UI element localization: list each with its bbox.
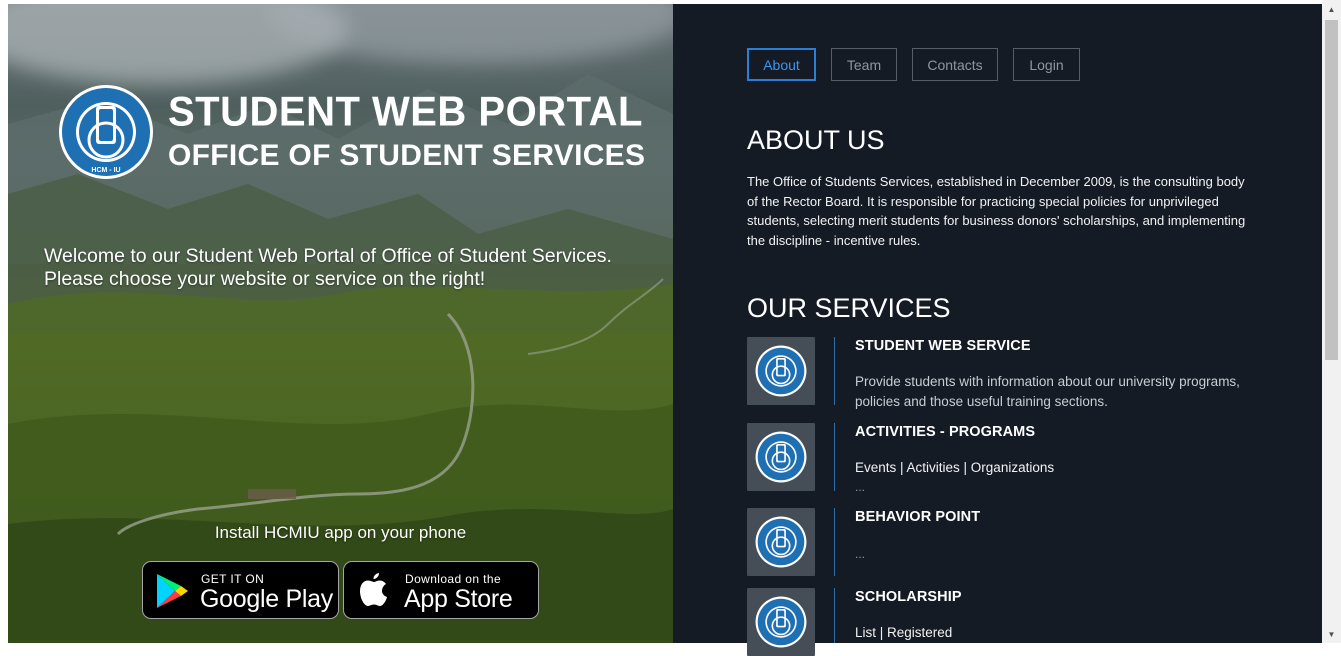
service-divider <box>834 337 835 405</box>
google-play-small-text: GET IT ON <box>201 572 265 586</box>
about-heading: ABOUT US <box>747 125 885 155</box>
student-web-service-title[interactable]: STUDENT WEB SERVICE <box>855 338 1031 354</box>
info-panel: About Team Contacts Login ABOUT US The O… <box>673 4 1322 656</box>
hero-background: HCM - IU STUDENT WEB PORTAL OFFICE OF ST… <box>8 4 673 643</box>
behavior-point-ellipsis: ... <box>855 547 866 561</box>
service-divider <box>834 508 835 576</box>
scroll-up-arrow-icon[interactable]: ▲ <box>1325 3 1338 16</box>
services-heading: OUR SERVICES <box>747 293 951 323</box>
google-play-button[interactable]: GET IT ON Google Play <box>142 561 339 619</box>
behavior-point-icon[interactable] <box>747 508 815 576</box>
portal-title: STUDENT WEB PORTAL <box>168 88 643 136</box>
activities-programs-icon[interactable] <box>747 423 815 491</box>
logo-bottom-text: HCM - IU <box>91 167 120 174</box>
welcome-line-2: Please choose your website or service on… <box>44 268 486 290</box>
welcome-message: Welcome to our Student Web Portal of Off… <box>44 245 664 291</box>
nav-login-button[interactable]: Login <box>1013 48 1080 81</box>
activities-programs-desc: Events | Activities | Organizations <box>855 460 1055 475</box>
scroll-down-arrow-icon[interactable]: ▼ <box>1325 628 1338 641</box>
nav-contacts-button[interactable]: Contacts <box>912 48 998 81</box>
activities-programs-title[interactable]: ACTIVITIES - PROGRAMS <box>855 424 1035 440</box>
nav-team-button[interactable]: Team <box>831 48 897 81</box>
scholarship-icon[interactable] <box>747 588 815 656</box>
scholarship-desc: List | Registered <box>855 625 953 640</box>
service-divider <box>834 588 835 643</box>
apple-icon <box>360 573 387 606</box>
service-divider <box>834 423 835 491</box>
behavior-point-title[interactable]: BEHAVIOR POINT <box>855 509 980 525</box>
about-text: The Office of Students Services, establi… <box>747 174 1246 248</box>
welcome-line-1: Welcome to our Student Web Portal of Off… <box>44 245 612 267</box>
scrollbar-thumb[interactable] <box>1325 20 1338 360</box>
scholarship-title[interactable]: SCHOLARSHIP <box>855 589 962 605</box>
student-web-service-desc: Provide students with information about … <box>855 374 1240 409</box>
student-web-service-icon[interactable] <box>747 337 815 405</box>
google-play-icon <box>157 574 188 608</box>
portal-subtitle: OFFICE OF STUDENT SERVICES <box>168 139 646 172</box>
install-app-text: Install HCMIU app on your phone <box>214 523 467 542</box>
nav-about-button[interactable]: About <box>747 48 816 81</box>
app-store-big-text: App Store <box>404 585 513 613</box>
university-logo: HCM - IU <box>58 84 154 180</box>
app-store-small-text: Download on the <box>405 572 502 586</box>
app-store-button[interactable]: Download on the App Store <box>343 561 539 619</box>
google-play-big-text: Google Play <box>200 585 333 613</box>
activities-programs-ellipsis: ... <box>855 480 866 494</box>
